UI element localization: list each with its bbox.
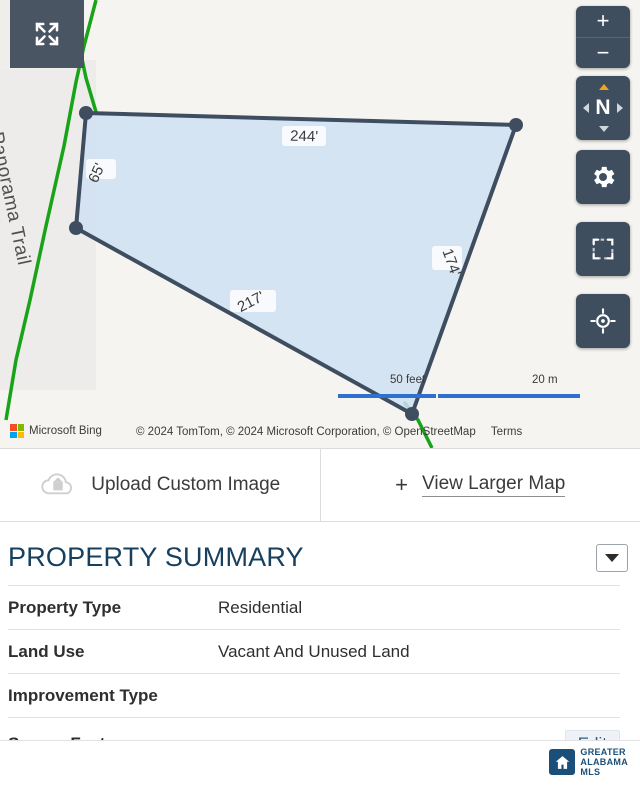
scale-bar-meters — [438, 394, 580, 398]
expand-map-button[interactable] — [10, 0, 84, 68]
row-action — [530, 586, 620, 630]
view-larger-map-button[interactable]: + View Larger Map — [319, 449, 640, 521]
svg-text:244': 244' — [290, 128, 318, 146]
scale-bar-feet — [338, 394, 436, 398]
locate-me-button[interactable] — [576, 294, 630, 348]
house-icon — [549, 749, 576, 775]
mls-logo-text: GREATER ALABAMA MLS — [580, 747, 628, 777]
footer: GREATER ALABAMA MLS — [0, 740, 640, 789]
greater-alabama-mls-logo: GREATER ALABAMA MLS — [549, 747, 628, 777]
map-attribution: © 2024 TomTom, © 2024 Microsoft Corporat… — [136, 426, 522, 438]
row-action — [530, 674, 620, 718]
scale-label-meters: 20 m — [532, 374, 558, 386]
row-value — [218, 674, 530, 718]
property-map[interactable]: 244' 65' 174' 217' Panorama Trail 50 fee… — [0, 0, 640, 448]
attribution-terms[interactable]: Terms — [491, 426, 522, 438]
row-label: Land Use — [8, 642, 85, 661]
attribution-copyright: © 2024 TomTom, © 2024 Microsoft Corporat… — [136, 426, 380, 438]
table-row: Improvement Type — [8, 673, 620, 718]
mls-logo-line2: ALABAMA — [580, 757, 628, 767]
measure-area-button[interactable] — [576, 222, 630, 276]
dimension-label-top: 244' — [282, 126, 326, 146]
property-summary-section: PROPERTY SUMMARY Property Type Residenti… — [0, 520, 640, 769]
compass-west-arrow-icon[interactable] — [583, 103, 589, 113]
view-larger-map-label: View Larger Map — [422, 473, 566, 497]
bing-squares-icon — [10, 424, 24, 438]
house-glyph-icon — [555, 755, 570, 769]
chevron-down-icon — [605, 553, 619, 562]
compass-east-arrow-icon[interactable] — [617, 103, 623, 113]
select-area-icon — [592, 238, 614, 260]
plus-icon: + — [395, 472, 409, 497]
row-value: Residential — [218, 598, 303, 617]
scale-label-feet: 50 feet — [390, 374, 426, 386]
dimension-label-bottom-left: 217' — [230, 288, 276, 316]
attribution-osm[interactable]: © OpenStreetMap — [383, 426, 476, 438]
locate-icon — [590, 308, 616, 334]
table-row: Property Type Residential — [8, 585, 620, 630]
property-summary-header: PROPERTY SUMMARY — [0, 520, 640, 585]
gear-icon — [594, 166, 615, 188]
zoom-out-button[interactable]: − — [576, 38, 630, 69]
compass-south-arrow-icon[interactable] — [599, 126, 609, 132]
zoom-in-button[interactable]: + — [576, 6, 630, 38]
row-value: Vacant And Unused Land — [218, 642, 410, 661]
map-settings-button[interactable] — [576, 150, 630, 204]
upload-custom-image-button[interactable]: Upload Custom Image — [0, 449, 320, 521]
compass-north-arrow-icon[interactable] — [599, 84, 609, 90]
map-action-buttons: Upload Custom Image + View Larger Map — [0, 448, 640, 522]
row-label: Improvement Type — [8, 686, 158, 705]
row-label: Property Type — [8, 598, 122, 617]
compass-control[interactable]: N — [576, 76, 630, 140]
expand-icon — [35, 22, 59, 46]
table-row: Land Use Vacant And Unused Land — [8, 629, 620, 674]
mls-logo-line3: MLS — [580, 767, 601, 777]
parcel-vertex — [79, 106, 93, 120]
compass-label: N — [595, 96, 611, 119]
page-title: PROPERTY SUMMARY — [8, 542, 304, 572]
bing-logo: Microsoft Bing — [10, 424, 102, 438]
upload-custom-image-label: Upload Custom Image — [91, 474, 281, 495]
collapse-summary-button[interactable] — [596, 543, 628, 572]
parcel-vertex — [509, 118, 523, 132]
zoom-control[interactable]: + − — [576, 6, 630, 68]
mls-logo-line1: GREATER — [580, 747, 626, 757]
bing-logo-text: Microsoft Bing — [29, 425, 102, 437]
parcel-vertex — [405, 407, 419, 421]
upload-cloud-icon — [41, 473, 73, 495]
row-action — [530, 630, 620, 674]
parcel-vertex — [69, 221, 83, 235]
